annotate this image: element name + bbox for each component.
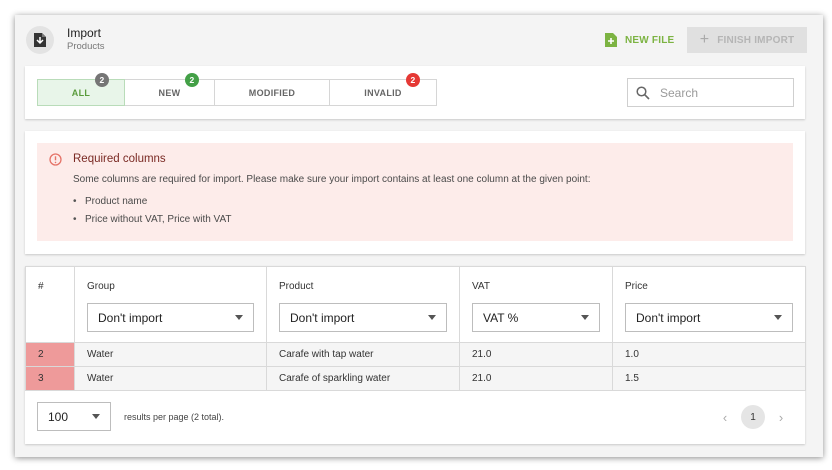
list-item: Price without VAT, Price with VAT [73,214,232,232]
column-header-vat: VAT VAT % [459,266,613,343]
column-label: Group [87,281,115,292]
import-table-card: # Group Don't import Product Don't impor… [25,266,806,444]
pagination: ‹ 1 › [715,405,791,429]
page-title: Import [67,26,102,40]
row-number-cell: 3 [25,366,75,391]
table-row: 3 Water Carafe of sparkling water 21.0 1… [25,366,806,391]
filter-tabs: ALL 2 NEW 2 MODIFIED INVALID 2 [37,73,437,106]
plus-icon: + [699,31,710,48]
error-circle-icon [49,153,62,171]
column-label: Price [625,281,648,292]
dropdown-arrow-icon [235,315,243,320]
select-value: VAT % [483,310,519,325]
previous-page-icon[interactable]: ‹ [715,405,735,429]
dropdown-arrow-icon [92,414,100,419]
tab-label: ALL [71,87,91,98]
filter-tabs-card: ALL 2 NEW 2 MODIFIED INVALID 2 [25,66,805,119]
vat-mapping-select[interactable]: VAT % [472,303,600,332]
group-mapping-select[interactable]: Don't import [87,303,254,332]
price-mapping-select[interactable]: Don't import [625,303,793,332]
page-header: Import Products NEW FILE + FINISH IMPORT [15,15,823,65]
table-header-row: # Group Don't import Product Don't impor… [25,266,806,343]
price-cell: 1.5 [612,366,806,391]
tab-label: MODIFIED [248,87,296,98]
search-icon [636,85,650,100]
import-window: Import Products NEW FILE + FINISH IMPORT… [15,15,823,457]
vat-cell: 21.0 [459,366,613,391]
new-file-button[interactable]: NEW FILE [605,30,674,50]
tab-label: NEW [158,87,181,98]
select-value: Don't import [98,310,163,325]
select-value: Don't import [636,310,701,325]
tab-all[interactable]: ALL 2 [37,73,125,106]
dropdown-arrow-icon [581,315,589,320]
alert-card: Required columns Some columns are requir… [25,131,805,254]
group-cell: Water [74,366,267,391]
page-number-button[interactable]: 1 [741,405,765,429]
column-header-price: Price Don't import [612,266,806,343]
tab-invalid[interactable]: INVALID 2 [329,73,437,106]
column-label: VAT [472,281,490,292]
count-badge: 2 [95,73,109,87]
product-cell: Carafe with tap water [266,342,460,367]
product-cell: Carafe of sparkling water [266,366,460,391]
results-summary: results per page (2 total). [124,412,225,422]
import-file-icon [26,26,54,54]
column-label: Product [279,281,314,292]
dropdown-arrow-icon [428,315,436,320]
column-label: # [38,281,44,292]
new-file-label: NEW FILE [625,34,675,46]
add-file-icon [605,33,617,47]
import-table: # Group Don't import Product Don't impor… [25,266,806,391]
finish-import-button[interactable]: + FINISH IMPORT [687,27,807,53]
price-cell: 1.0 [612,342,806,367]
dropdown-arrow-icon [774,315,782,320]
search-input[interactable] [660,85,780,100]
search-box[interactable] [627,78,794,107]
column-header-group: Group Don't import [74,266,267,343]
page-subtitle: Products [67,41,105,52]
group-cell: Water [74,342,267,367]
select-value: Don't import [290,310,355,325]
tab-new[interactable]: NEW 2 [124,73,215,106]
required-columns-alert: Required columns Some columns are requir… [37,143,793,241]
count-badge: 2 [185,73,199,87]
vat-cell: 21.0 [459,342,613,367]
list-item: Product name [73,196,232,214]
product-mapping-select[interactable]: Don't import [279,303,447,332]
table-row: 2 Water Carafe with tap water 21.0 1.0 [25,342,806,367]
tab-modified[interactable]: MODIFIED [214,79,330,106]
next-page-icon[interactable]: › [771,405,791,429]
page-size-value: 100 [48,409,69,424]
alert-message: Some columns are required for import. Pl… [73,174,591,185]
alert-title: Required columns [73,153,166,165]
finish-import-label: FINISH IMPORT [717,34,795,46]
page-size-select[interactable]: 100 [37,402,111,431]
tab-label: INVALID [364,87,402,98]
required-columns-list: Product name Price without VAT, Price wi… [73,196,232,232]
column-header-number: # [25,266,75,343]
row-number-cell: 2 [25,342,75,367]
count-badge: 2 [406,73,420,87]
column-header-product: Product Don't import [266,266,460,343]
